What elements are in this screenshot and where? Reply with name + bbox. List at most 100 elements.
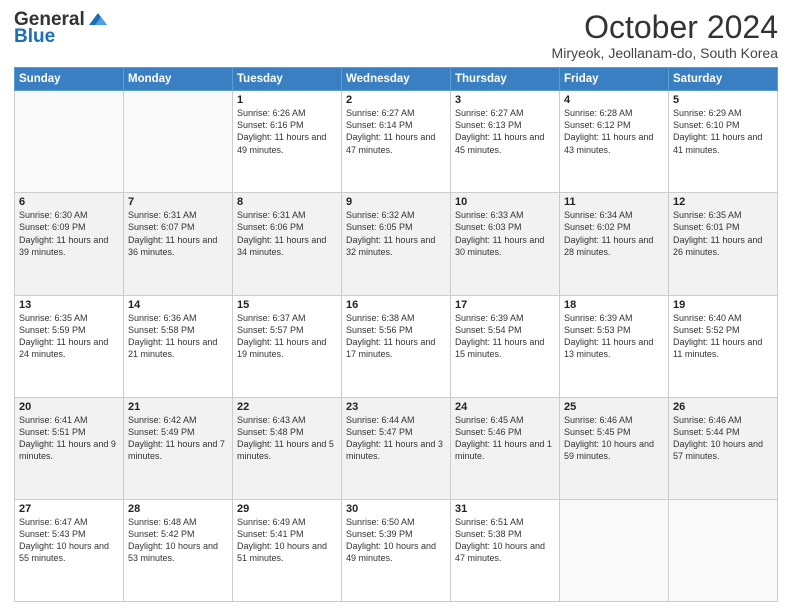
page: General Blue October 2024 Miryeok, Jeoll… bbox=[0, 0, 792, 612]
day-number: 3 bbox=[455, 94, 555, 106]
day-info: Sunrise: 6:31 AM Sunset: 6:06 PM Dayligh… bbox=[237, 209, 337, 258]
header: General Blue October 2024 Miryeok, Jeoll… bbox=[14, 10, 778, 61]
day-info: Sunrise: 6:35 AM Sunset: 5:59 PM Dayligh… bbox=[19, 312, 119, 361]
calendar-cell: 22Sunrise: 6:43 AM Sunset: 5:48 PM Dayli… bbox=[233, 397, 342, 499]
calendar-cell: 14Sunrise: 6:36 AM Sunset: 5:58 PM Dayli… bbox=[124, 295, 233, 397]
day-number: 14 bbox=[128, 299, 228, 311]
day-info: Sunrise: 6:44 AM Sunset: 5:47 PM Dayligh… bbox=[346, 414, 446, 463]
calendar-cell: 31Sunrise: 6:51 AM Sunset: 5:38 PM Dayli… bbox=[451, 499, 560, 601]
day-info: Sunrise: 6:36 AM Sunset: 5:58 PM Dayligh… bbox=[128, 312, 228, 361]
day-number: 19 bbox=[673, 299, 773, 311]
calendar-cell: 11Sunrise: 6:34 AM Sunset: 6:02 PM Dayli… bbox=[560, 193, 669, 295]
day-info: Sunrise: 6:37 AM Sunset: 5:57 PM Dayligh… bbox=[237, 312, 337, 361]
day-number: 18 bbox=[564, 299, 664, 311]
day-info: Sunrise: 6:31 AM Sunset: 6:07 PM Dayligh… bbox=[128, 209, 228, 258]
calendar-week-row: 1Sunrise: 6:26 AM Sunset: 6:16 PM Daylig… bbox=[15, 91, 778, 193]
calendar-cell: 1Sunrise: 6:26 AM Sunset: 6:16 PM Daylig… bbox=[233, 91, 342, 193]
day-number: 24 bbox=[455, 401, 555, 413]
logo-icon bbox=[87, 11, 109, 27]
day-info: Sunrise: 6:50 AM Sunset: 5:39 PM Dayligh… bbox=[346, 516, 446, 565]
calendar-cell: 6Sunrise: 6:30 AM Sunset: 6:09 PM Daylig… bbox=[15, 193, 124, 295]
day-number: 8 bbox=[237, 196, 337, 208]
day-info: Sunrise: 6:41 AM Sunset: 5:51 PM Dayligh… bbox=[19, 414, 119, 463]
day-info: Sunrise: 6:46 AM Sunset: 5:44 PM Dayligh… bbox=[673, 414, 773, 463]
day-info: Sunrise: 6:43 AM Sunset: 5:48 PM Dayligh… bbox=[237, 414, 337, 463]
day-number: 7 bbox=[128, 196, 228, 208]
day-info: Sunrise: 6:38 AM Sunset: 5:56 PM Dayligh… bbox=[346, 312, 446, 361]
calendar-cell: 8Sunrise: 6:31 AM Sunset: 6:06 PM Daylig… bbox=[233, 193, 342, 295]
title-block: October 2024 Miryeok, Jeollanam-do, Sout… bbox=[552, 10, 778, 61]
day-number: 4 bbox=[564, 94, 664, 106]
day-header-tuesday: Tuesday bbox=[233, 68, 342, 91]
calendar-cell: 28Sunrise: 6:48 AM Sunset: 5:42 PM Dayli… bbox=[124, 499, 233, 601]
calendar-cell: 19Sunrise: 6:40 AM Sunset: 5:52 PM Dayli… bbox=[669, 295, 778, 397]
day-info: Sunrise: 6:30 AM Sunset: 6:09 PM Dayligh… bbox=[19, 209, 119, 258]
day-header-thursday: Thursday bbox=[451, 68, 560, 91]
day-number: 23 bbox=[346, 401, 446, 413]
day-header-monday: Monday bbox=[124, 68, 233, 91]
day-info: Sunrise: 6:47 AM Sunset: 5:43 PM Dayligh… bbox=[19, 516, 119, 565]
calendar-cell: 15Sunrise: 6:37 AM Sunset: 5:57 PM Dayli… bbox=[233, 295, 342, 397]
calendar-cell: 5Sunrise: 6:29 AM Sunset: 6:10 PM Daylig… bbox=[669, 91, 778, 193]
calendar-week-row: 13Sunrise: 6:35 AM Sunset: 5:59 PM Dayli… bbox=[15, 295, 778, 397]
day-info: Sunrise: 6:39 AM Sunset: 5:54 PM Dayligh… bbox=[455, 312, 555, 361]
day-number: 27 bbox=[19, 503, 119, 515]
day-number: 13 bbox=[19, 299, 119, 311]
calendar-cell bbox=[124, 91, 233, 193]
day-number: 6 bbox=[19, 196, 119, 208]
day-info: Sunrise: 6:49 AM Sunset: 5:41 PM Dayligh… bbox=[237, 516, 337, 565]
calendar-cell: 29Sunrise: 6:49 AM Sunset: 5:41 PM Dayli… bbox=[233, 499, 342, 601]
day-info: Sunrise: 6:27 AM Sunset: 6:13 PM Dayligh… bbox=[455, 107, 555, 156]
day-header-saturday: Saturday bbox=[669, 68, 778, 91]
calendar-cell: 7Sunrise: 6:31 AM Sunset: 6:07 PM Daylig… bbox=[124, 193, 233, 295]
day-number: 29 bbox=[237, 503, 337, 515]
day-header-sunday: Sunday bbox=[15, 68, 124, 91]
calendar-cell: 10Sunrise: 6:33 AM Sunset: 6:03 PM Dayli… bbox=[451, 193, 560, 295]
day-number: 22 bbox=[237, 401, 337, 413]
calendar-table: SundayMondayTuesdayWednesdayThursdayFrid… bbox=[14, 67, 778, 602]
calendar-cell: 21Sunrise: 6:42 AM Sunset: 5:49 PM Dayli… bbox=[124, 397, 233, 499]
calendar-cell: 27Sunrise: 6:47 AM Sunset: 5:43 PM Dayli… bbox=[15, 499, 124, 601]
day-number: 16 bbox=[346, 299, 446, 311]
day-info: Sunrise: 6:46 AM Sunset: 5:45 PM Dayligh… bbox=[564, 414, 664, 463]
calendar-cell: 26Sunrise: 6:46 AM Sunset: 5:44 PM Dayli… bbox=[669, 397, 778, 499]
calendar-cell: 13Sunrise: 6:35 AM Sunset: 5:59 PM Dayli… bbox=[15, 295, 124, 397]
calendar-cell: 20Sunrise: 6:41 AM Sunset: 5:51 PM Dayli… bbox=[15, 397, 124, 499]
day-info: Sunrise: 6:45 AM Sunset: 5:46 PM Dayligh… bbox=[455, 414, 555, 463]
calendar-week-row: 27Sunrise: 6:47 AM Sunset: 5:43 PM Dayli… bbox=[15, 499, 778, 601]
day-info: Sunrise: 6:39 AM Sunset: 5:53 PM Dayligh… bbox=[564, 312, 664, 361]
logo-blue-text: Blue bbox=[14, 27, 55, 46]
calendar-cell: 16Sunrise: 6:38 AM Sunset: 5:56 PM Dayli… bbox=[342, 295, 451, 397]
day-info: Sunrise: 6:29 AM Sunset: 6:10 PM Dayligh… bbox=[673, 107, 773, 156]
day-number: 17 bbox=[455, 299, 555, 311]
location: Miryeok, Jeollanam-do, South Korea bbox=[552, 45, 778, 61]
calendar-cell: 18Sunrise: 6:39 AM Sunset: 5:53 PM Dayli… bbox=[560, 295, 669, 397]
day-number: 31 bbox=[455, 503, 555, 515]
calendar-week-row: 6Sunrise: 6:30 AM Sunset: 6:09 PM Daylig… bbox=[15, 193, 778, 295]
day-number: 5 bbox=[673, 94, 773, 106]
day-number: 20 bbox=[19, 401, 119, 413]
day-info: Sunrise: 6:32 AM Sunset: 6:05 PM Dayligh… bbox=[346, 209, 446, 258]
calendar-cell bbox=[15, 91, 124, 193]
day-number: 15 bbox=[237, 299, 337, 311]
day-number: 21 bbox=[128, 401, 228, 413]
calendar-cell: 12Sunrise: 6:35 AM Sunset: 6:01 PM Dayli… bbox=[669, 193, 778, 295]
calendar-cell: 24Sunrise: 6:45 AM Sunset: 5:46 PM Dayli… bbox=[451, 397, 560, 499]
day-info: Sunrise: 6:28 AM Sunset: 6:12 PM Dayligh… bbox=[564, 107, 664, 156]
day-number: 9 bbox=[346, 196, 446, 208]
calendar-cell: 4Sunrise: 6:28 AM Sunset: 6:12 PM Daylig… bbox=[560, 91, 669, 193]
day-info: Sunrise: 6:33 AM Sunset: 6:03 PM Dayligh… bbox=[455, 209, 555, 258]
day-number: 2 bbox=[346, 94, 446, 106]
day-info: Sunrise: 6:40 AM Sunset: 5:52 PM Dayligh… bbox=[673, 312, 773, 361]
day-number: 10 bbox=[455, 196, 555, 208]
day-header-wednesday: Wednesday bbox=[342, 68, 451, 91]
logo: General Blue bbox=[14, 10, 109, 46]
calendar-cell: 9Sunrise: 6:32 AM Sunset: 6:05 PM Daylig… bbox=[342, 193, 451, 295]
month-title: October 2024 bbox=[552, 10, 778, 45]
day-number: 30 bbox=[346, 503, 446, 515]
calendar-header-row: SundayMondayTuesdayWednesdayThursdayFrid… bbox=[15, 68, 778, 91]
day-number: 11 bbox=[564, 196, 664, 208]
calendar-cell: 2Sunrise: 6:27 AM Sunset: 6:14 PM Daylig… bbox=[342, 91, 451, 193]
day-header-friday: Friday bbox=[560, 68, 669, 91]
day-number: 26 bbox=[673, 401, 773, 413]
